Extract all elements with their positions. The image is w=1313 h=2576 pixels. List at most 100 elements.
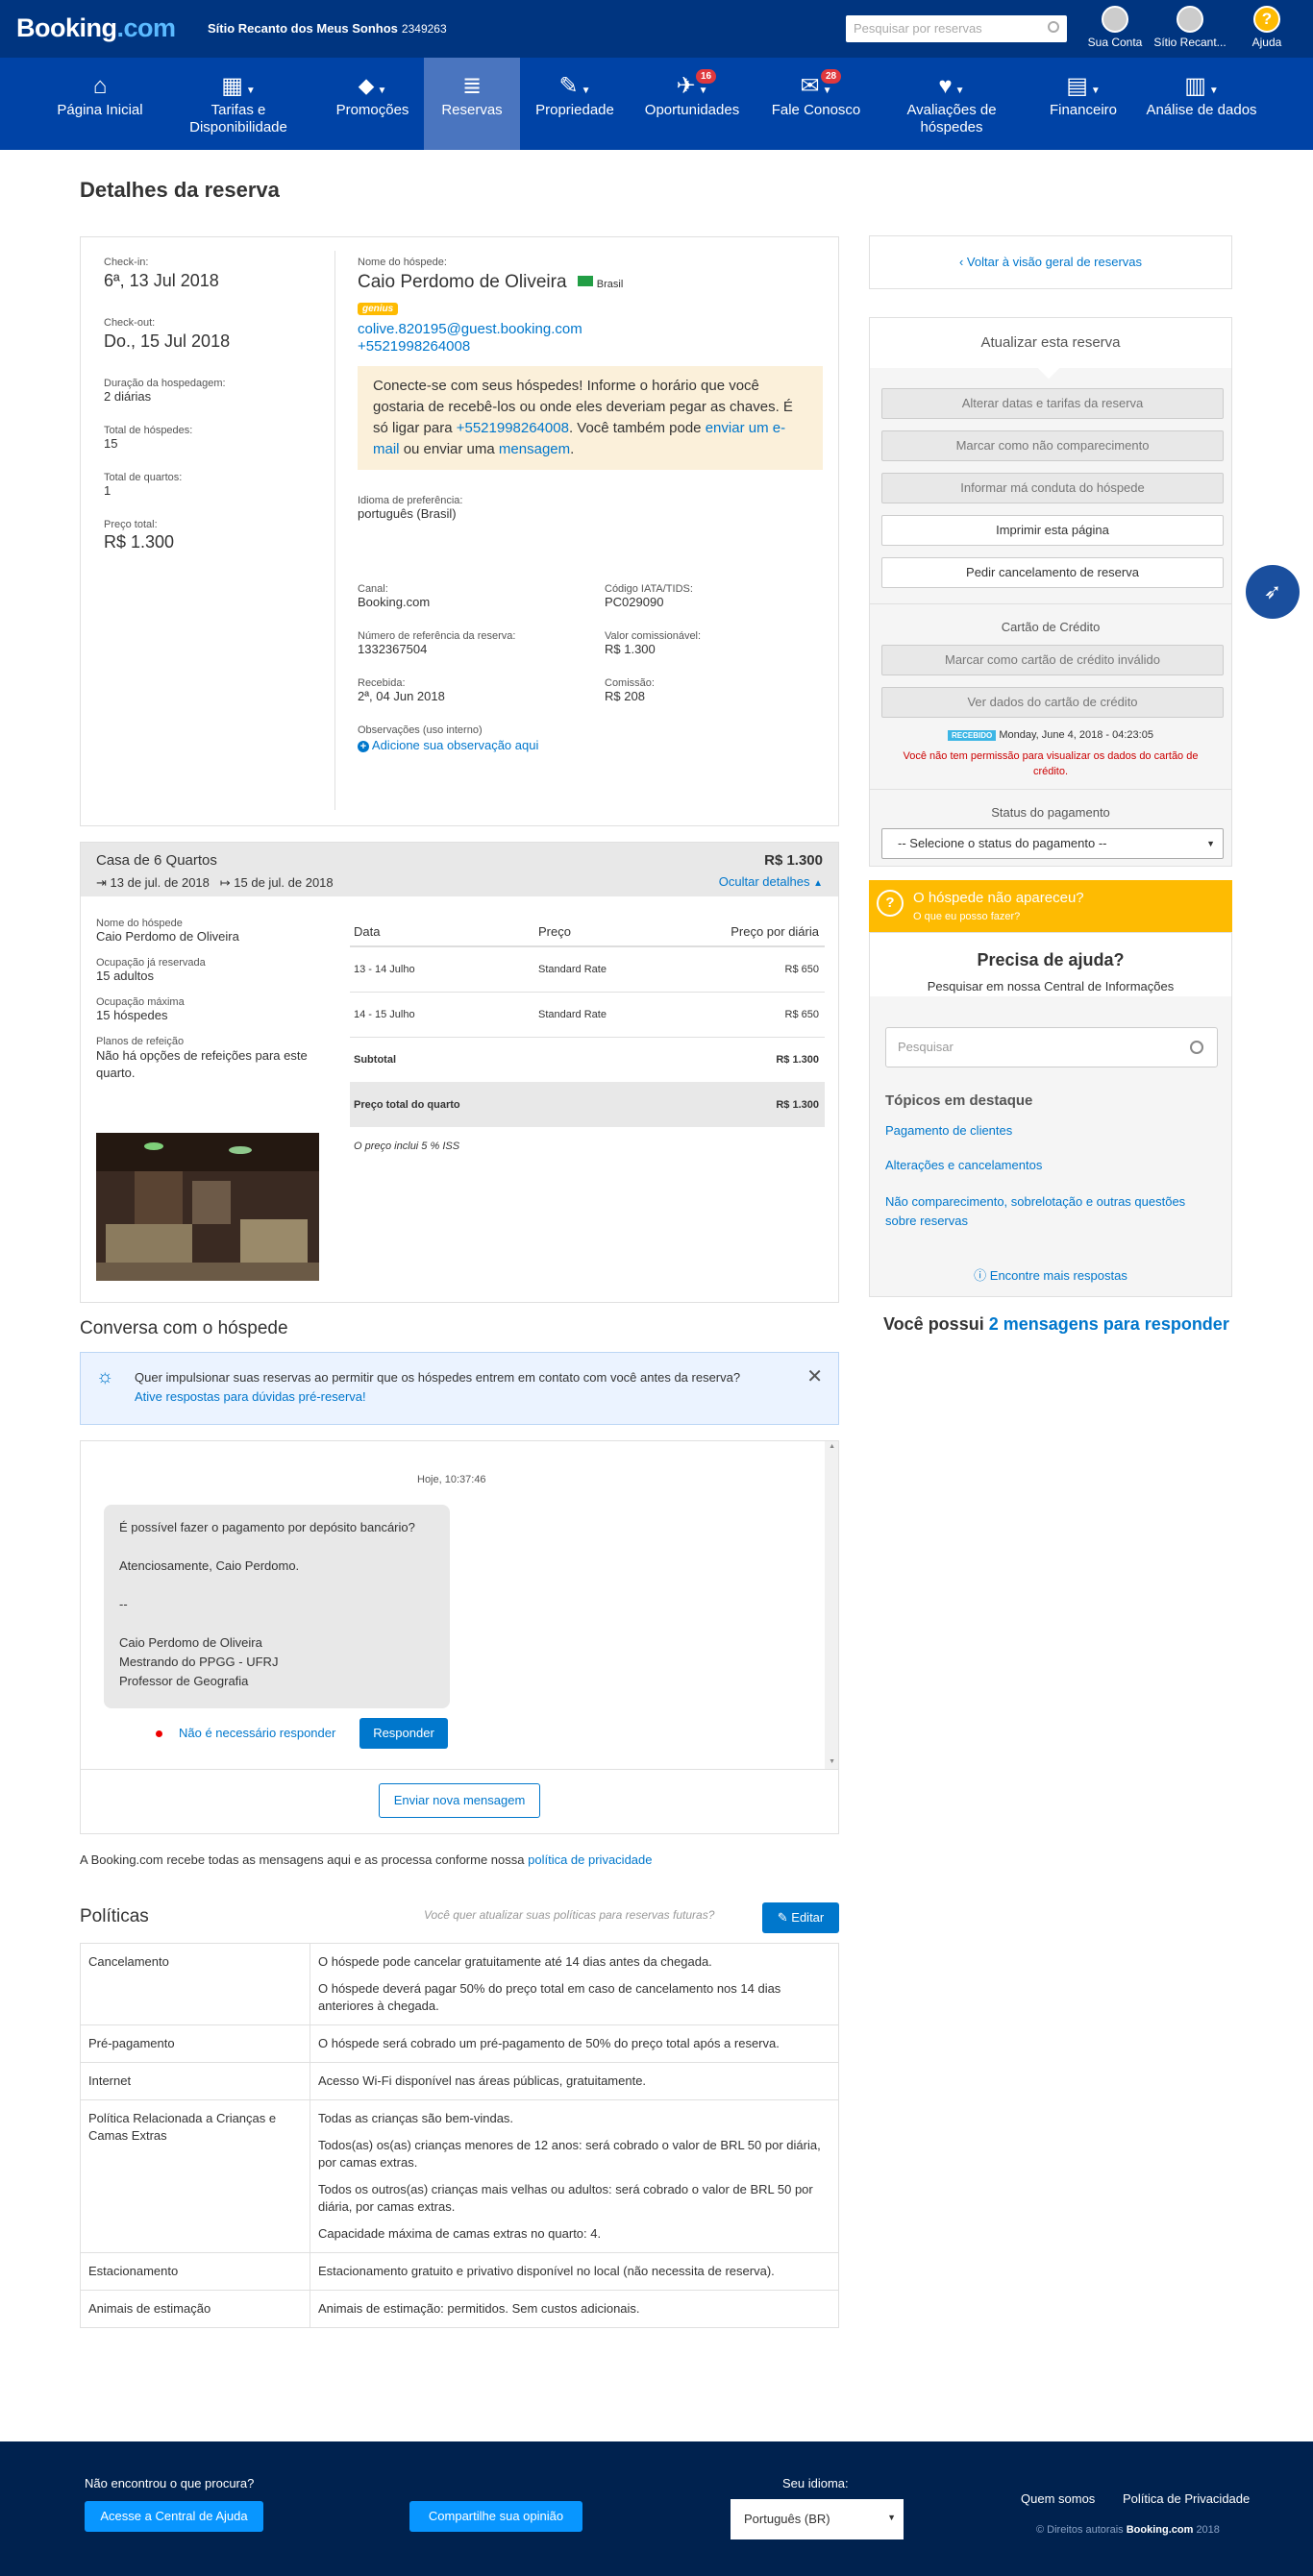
account-menu[interactable]: Sua Conta [1077,6,1153,49]
rooms-value: 1 [104,483,111,498]
hide-details-toggle[interactable]: Ocultar detalhes ▲ [719,874,823,889]
search-icon [1048,21,1059,33]
help-menu[interactable]: ? Ajuda [1228,6,1305,49]
topic-link[interactable]: Alterações e cancelamentos [885,1158,1042,1172]
close-icon[interactable]: ✕ [806,1364,823,1388]
nav-finance[interactable]: ▤ ▼ Financeiro [1040,58,1127,150]
nav-home[interactable]: ⌂ Página Inicial [54,58,146,150]
more-answers-link[interactable]: ⓘ Encontre mais respostas [870,1265,1231,1284]
back-to-reservations[interactable]: ‹ Voltar à visão geral de reservas [869,235,1232,289]
heart-icon: ♥ ▼ [938,73,965,99]
nav-analytics[interactable]: ▥ ▼ Análise de dados [1140,58,1263,150]
checkin-label: Check-in: [104,257,149,268]
nav-property[interactable]: ✎ ▼ Propriedade [529,58,621,150]
topic-link[interactable]: Pagamento de clientes [885,1123,1012,1138]
about-link[interactable]: Quem somos [1021,2491,1095,2506]
noshow-help-link[interactable]: O que eu posso fazer? [913,911,1020,922]
nav-opportunities[interactable]: ✈ ▼ 16 Oportunidades [638,58,746,150]
pencil-icon: ✎ [777,1910,788,1925]
total-row: Preço total do quarto R$ 1.300 [350,1082,825,1127]
meal-plan-label: Planos de refeição [96,1036,185,1047]
notes-label: Observações (uso interno) [358,724,483,736]
help-center-button[interactable]: Acesse a Central de Ajuda [85,2501,263,2532]
nav-promotions[interactable]: ⬥ ▼ Promoções [327,58,418,150]
chevron-left-icon: ‹ [958,255,964,269]
payment-status-select[interactable]: -- Selecione o status do pagamento -- ▼ [881,828,1224,859]
checkout-arrow-icon: ↦ [219,875,231,890]
mark-noshow-button[interactable]: Marcar como não comparecimento [881,430,1224,461]
card-received-line: RECEBIDO Monday, June 4, 2018 - 04:23:05 [870,729,1231,741]
topic-link[interactable]: Não comparecimento, sobrelotação e outra… [885,1192,1218,1231]
rocket-icon: ➶ [1263,579,1282,603]
noshow-banner[interactable]: ? O hóspede não apareceu? O que eu posso… [869,880,1232,932]
add-note-link[interactable]: Adicione sua observação aqui [372,738,538,752]
received-label: Recebida: [358,677,406,689]
view-card-button[interactable]: Ver dados do cartão de crédito [881,687,1224,718]
new-message-button[interactable]: Enviar nova mensagem [379,1783,540,1818]
reference-label: Número de referência da reserva: [358,630,516,642]
price-label: Preço total: [104,519,158,530]
help-search-input[interactable]: Pesquisar [885,1027,1218,1067]
privacy-policy-link[interactable]: política de privacidade [528,1852,652,1867]
info-icon: ⓘ [974,1268,987,1283]
col-nightly: Preço por diária [731,924,819,939]
nav-reservations[interactable]: ≣ Reservas [424,58,520,150]
price-breakdown: Data Preço Preço por diária 13 - 14 Julh… [350,918,825,1152]
change-dates-button[interactable]: Alterar datas e tarifas da reserva [881,388,1224,419]
checkin-date: 6ª, 13 Jul 2018 [104,271,219,290]
edit-policies-button[interactable]: ✎ Editar [762,1902,839,1933]
language-label: Seu idioma: [782,2476,849,2490]
print-page-button[interactable]: Imprimir esta página [881,515,1224,546]
language-label: Idioma de preferência: [358,495,463,506]
nav-contact[interactable]: ✉ ▼ 28 Fale Conosco [765,58,867,150]
col-price: Preço [538,924,571,939]
guest-phone-link[interactable]: +5521998264008 [358,338,470,355]
scroll-up-icon[interactable]: ▲ [829,1443,835,1450]
reply-button[interactable]: Responder [359,1718,448,1749]
page-title: Detalhes da reserva [80,178,280,202]
contact-guest-tip: Conecte-se com seus hóspedes! Informe o … [358,366,823,470]
language-select[interactable]: Português (BR) ▼ [731,2499,904,2539]
property-menu[interactable]: Sítio Recant... [1152,6,1228,49]
nav-reviews[interactable]: ♥ ▼ Avaliações de hóspedes [896,58,1007,150]
floating-rocket-button[interactable]: ➶ [1246,565,1300,619]
policy-row: Internet Acesso Wi-Fi disponível nas área… [80,2062,839,2100]
tag-icon: ⬥ ▼ [358,73,387,99]
guest-email-link[interactable]: colive.820195@guest.booking.com [358,321,582,337]
search-icon [1190,1041,1203,1054]
copyright: © Direitos autorais Booking.com 2018 [1036,2524,1220,2536]
nav-rates[interactable]: ▦ ▼ Tarifas e Disponibilidade [178,58,299,150]
pending-messages-link[interactable]: 2 mensagens para responder [989,1314,1229,1334]
noshow-title: O hóspede não apareceu? [913,890,1084,906]
request-cancellation-button[interactable]: Pedir cancelamento de reserva [881,557,1224,588]
booking-logo[interactable]: Booking.com [16,13,176,43]
footer: Não encontrou o que procura? Acesse a Ce… [0,2441,1313,2576]
guest-country: Brasil [596,279,624,290]
room-photo[interactable] [96,1133,319,1281]
no-reply-needed-link[interactable]: Não é necessário responder [179,1726,335,1740]
footer-privacy-link[interactable]: Política de Privacidade [1123,2491,1250,2506]
send-message-link[interactable]: mensagem [499,441,570,457]
topics-title: Tópicos em destaque [885,1092,1033,1109]
conversation-card: Hoje, 10:37:46 É possível fazer o pagame… [80,1440,839,1834]
policy-row: Política Relacionada a Crianças e Camas … [80,2099,839,2253]
checkout-date: Do., 15 Jul 2018 [104,331,231,351]
thread-scrollbar[interactable] [825,1441,838,1769]
reservation-search-input[interactable]: Pesquisar por reservas [846,15,1067,42]
message-timestamp: Hoje, 10:37:46 [417,1474,486,1485]
room-card: Casa de 6 Quartos ⇥ 13 de jul. de 2018 ↦… [80,842,839,1303]
envelope-icon: ✉ ▼ 28 [765,69,867,102]
duration-value: 2 diárias [104,389,152,404]
contact-phone-link[interactable]: +5521998264008 [457,420,569,436]
room-dates: ⇥ 13 de jul. de 2018 ↦ 15 de jul. de 201… [96,875,334,890]
col-date: Data [354,924,381,939]
scroll-down-icon[interactable]: ▼ [829,1758,835,1765]
subtotal-row: Subtotal R$ 1.300 [354,1053,819,1066]
rooms-label: Total de quartos: [104,472,183,483]
brazil-flag-icon [578,276,594,286]
report-misconduct-button[interactable]: Informar má conduta do hóspede [881,473,1224,503]
mark-card-invalid-button[interactable]: Marcar como cartão de crédito inválido [881,645,1224,675]
activate-prebooking-link[interactable]: Ative respostas para dúvidas pré-reserva… [135,1389,366,1404]
share-opinion-button[interactable]: Compartilhe sua opinião [409,2501,582,2532]
question-icon: ? [877,890,904,917]
